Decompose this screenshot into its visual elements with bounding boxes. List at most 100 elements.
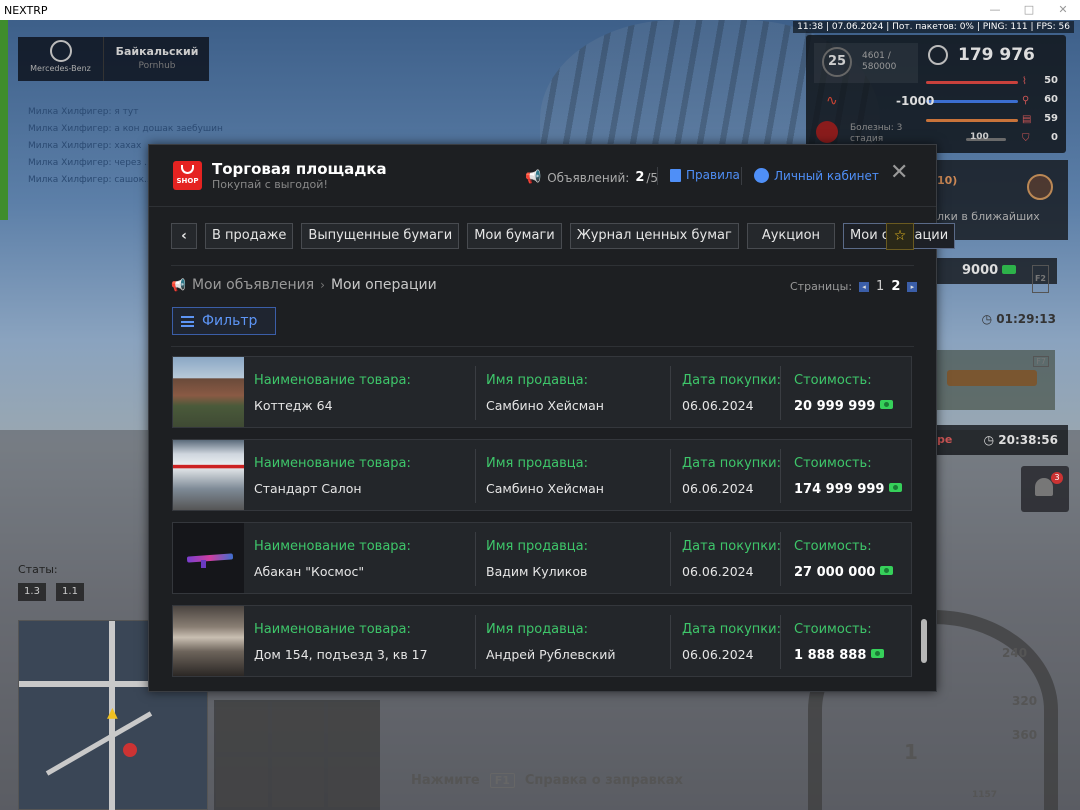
window-close-button[interactable]: ✕	[1046, 0, 1080, 20]
inventory-slot[interactable]	[328, 757, 380, 807]
item-thumbnail	[173, 357, 244, 427]
price-value-wrap: 27 000 000	[794, 564, 894, 580]
ads-counter: 📢 Объявлений: 2 /5	[525, 170, 658, 185]
favorite-star-icon[interactable]: ☆	[886, 223, 914, 250]
location-subname: Pornhub	[138, 61, 176, 71]
column-divider	[670, 449, 671, 503]
cash-icon	[880, 566, 894, 575]
operation-row[interactable]: Наименование товара: Стандарт Салон Имя …	[172, 439, 912, 511]
speedo-tick: 360	[1012, 728, 1038, 742]
prev-page-button[interactable]: ◂	[859, 281, 870, 292]
column-divider	[670, 615, 671, 669]
tab-issued-papers[interactable]: Выпущенные бумаги	[301, 223, 460, 249]
cash-icon	[889, 483, 903, 492]
grass-strip	[0, 20, 8, 220]
column-divider	[670, 366, 671, 420]
item-thumbnail	[173, 606, 244, 676]
pagination-label: Страницы:	[790, 280, 853, 293]
divider	[171, 265, 914, 266]
warning-icon	[1027, 174, 1053, 200]
tab-auction[interactable]: Аукцион	[746, 223, 836, 249]
cabinet-link[interactable]: Личный кабинет	[754, 168, 879, 183]
health-bar-line	[926, 81, 1018, 84]
status-line: 11:38 | 07.06.2024 | Пот. пакетов: 0% | …	[793, 21, 1074, 33]
page-link-current[interactable]: 2	[891, 279, 900, 294]
inventory-slot[interactable]	[216, 702, 268, 752]
food-bar: ⚲ 60	[926, 92, 1058, 111]
seller-name: Самбино Хейсман	[486, 481, 604, 496]
inventory-slot[interactable]	[272, 757, 324, 807]
divider	[171, 346, 914, 347]
location-name: Байкальский	[115, 45, 199, 58]
drink-bar: ▤ 59	[926, 111, 1058, 130]
rifle-icon	[186, 553, 234, 563]
ads-label: Объявлений:	[547, 170, 630, 185]
drink-value: 59	[1044, 113, 1058, 124]
armor-value: 0	[1051, 132, 1058, 143]
seller-label: Имя продавца:	[486, 622, 589, 637]
close-icon[interactable]: ✕	[890, 161, 908, 185]
item-name: Дом 154, подъезд 3, кв 17	[254, 647, 428, 662]
back-button[interactable]: ‹	[171, 223, 197, 249]
cash-icon	[880, 400, 894, 409]
user-icon	[754, 168, 769, 183]
page-link[interactable]: 1	[876, 279, 884, 294]
filter-button[interactable]: Фильтр	[172, 307, 276, 335]
armor-extra-value: 100	[970, 132, 989, 142]
rules-link[interactable]: Правила	[670, 168, 740, 182]
price-label: Стоимость:	[794, 539, 872, 554]
player-hud-panel: 25 4601 / 580000 179 976 ⌇ 50 ⚲ 60 ▤ 59 …	[806, 35, 1066, 153]
breadcrumb-my-ads[interactable]: Мои объявления	[192, 277, 314, 293]
header-divider	[741, 167, 742, 185]
tab-my-papers[interactable]: Мои бумаги	[467, 223, 562, 249]
timer-value: 01:29:13	[996, 312, 1056, 326]
vehicle-card: Mercedes-Benz Байкальский Pornhub	[18, 37, 209, 81]
inventory-slot[interactable]	[328, 702, 380, 752]
gear-indicator: 1	[904, 740, 918, 764]
window-title: NEXTRP	[4, 3, 48, 17]
inventory-slot[interactable]	[216, 757, 268, 807]
purchase-date: 06.06.2024	[682, 398, 754, 413]
window-titlebar: NEXTRP — □ ✕	[0, 0, 1080, 20]
fuel-price: 9000 F2	[937, 258, 1057, 293]
seller-label: Имя продавца:	[486, 373, 589, 388]
chat-line: Милка Хилфигер: а кон дошак заебушин	[28, 124, 223, 134]
health-bar: ⌇ 50	[926, 73, 1058, 92]
mercedes-star-icon	[928, 45, 948, 65]
notifications-button[interactable]: 3	[1021, 466, 1069, 512]
modal-title: Торговая площадка	[212, 160, 387, 178]
home-icon	[123, 743, 137, 757]
header-divider	[657, 167, 658, 185]
notice-text: лки в ближайших	[937, 210, 1040, 223]
seller-name: Андрей Рублевский	[486, 647, 616, 662]
drink-bar-line	[926, 119, 1018, 122]
document-icon	[670, 168, 681, 182]
fuel-price-value: 9000	[962, 263, 999, 278]
scrollbar-thumb[interactable]	[921, 619, 927, 663]
date-label: Дата покупки:	[682, 456, 781, 471]
shop-logo-text: SHOP	[176, 177, 199, 185]
breadcrumb-separator: ›	[320, 278, 325, 292]
column-divider	[475, 615, 476, 669]
karma-wave-icon: ∿	[826, 93, 838, 109]
weapon-slot[interactable]: F7	[937, 350, 1055, 410]
mercedes-logo-icon	[49, 40, 72, 62]
tab-on-sale[interactable]: В продаже	[205, 223, 294, 249]
minimize-button[interactable]: —	[978, 0, 1012, 20]
column-divider	[780, 449, 781, 503]
cabinet-label: Личный кабинет	[774, 168, 879, 183]
operation-row[interactable]: Наименование товара: Коттедж 64 Имя прод…	[172, 356, 912, 428]
maximize-button[interactable]: □	[1012, 0, 1046, 20]
stats-label: Статы:	[18, 563, 58, 576]
shop-logo: SHOP	[173, 161, 202, 190]
next-page-button[interactable]: ▸	[907, 281, 918, 292]
tab-securities-journal[interactable]: Журнал ценных бумаг	[569, 223, 739, 249]
armor-icon: ⛉	[1022, 133, 1030, 144]
notice-title: 10)	[937, 174, 958, 187]
operation-row[interactable]: Наименование товара: Абакан "Космос" Имя…	[172, 522, 912, 594]
inventory-slot[interactable]	[272, 702, 324, 752]
date-label: Дата покупки:	[682, 539, 781, 554]
column-divider	[670, 532, 671, 586]
operation-row[interactable]: Наименование товара: Дом 154, подъезд 3,…	[172, 605, 912, 677]
rifle-icon	[947, 370, 1037, 386]
